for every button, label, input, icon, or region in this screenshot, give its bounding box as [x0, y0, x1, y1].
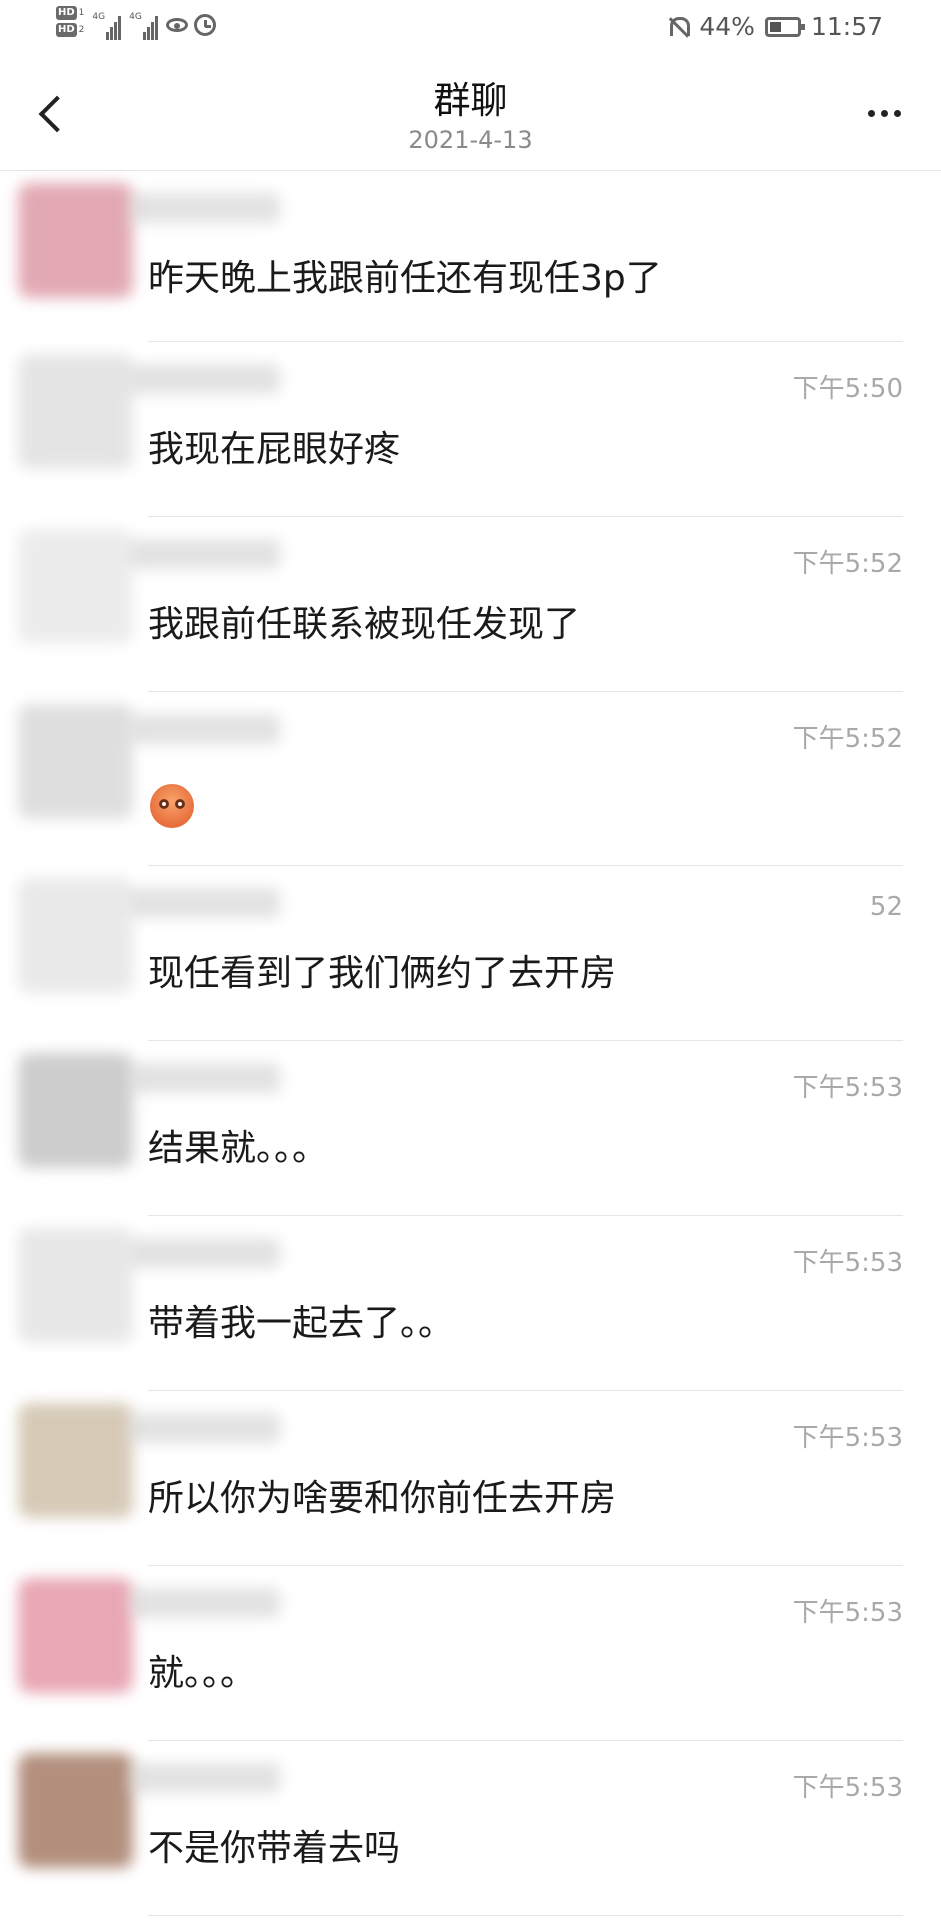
sender-name-redacted: [130, 888, 280, 918]
hd1-indicator: HD 1: [56, 6, 84, 20]
dot: [881, 110, 888, 117]
signal-bar: [154, 16, 158, 40]
message-text: 我现在屁眼好疼: [148, 429, 401, 470]
message-item[interactable]: 下午5:53 不是你带着去吗: [0, 1741, 941, 1916]
message-item[interactable]: 下午5:50 我现在屁眼好疼: [0, 342, 941, 517]
avatar[interactable]: [18, 878, 133, 993]
avatar[interactable]: [18, 1403, 133, 1518]
message-item[interactable]: 昨天晚上我跟前任还有现任3p了: [0, 171, 941, 342]
hd2-badge: HD: [56, 23, 77, 37]
clock: 11:57: [810, 12, 883, 41]
signal-bar: [146, 27, 150, 40]
avatar[interactable]: [18, 704, 133, 819]
battery-fill: [769, 21, 782, 32]
signal-bar: [106, 32, 110, 40]
sender-name-redacted: [130, 714, 280, 744]
avatar[interactable]: [18, 529, 133, 644]
message-item[interactable]: 下午5:53 所以你为啥要和你前任去开房: [0, 1391, 941, 1566]
battery-icon: [764, 16, 805, 37]
sender-name-redacted: [130, 1063, 280, 1093]
message-time: 下午5:50: [792, 374, 903, 404]
network-type-2: 4G: [129, 12, 142, 22]
mute-bell-icon: [667, 15, 691, 39]
avatar[interactable]: [18, 1578, 133, 1693]
surprised-face-emoji: [150, 784, 194, 828]
dot: [894, 110, 901, 117]
message-time: 下午5:53: [792, 1073, 903, 1103]
signal-bar: [114, 22, 118, 40]
message-time: 下午5:52: [792, 549, 903, 579]
status-left: HD 1 HD 2 4G 4G: [56, 6, 216, 40]
message-time: 下午5:52: [792, 724, 903, 754]
message-item[interactable]: 下午5:53 带着我一起去了。。: [0, 1216, 941, 1391]
message-text: 我跟前任联系被现任发现了: [148, 604, 581, 645]
message-item[interactable]: 52 现任看到了我们俩约了去开房: [0, 866, 941, 1041]
message-time: 下午5:53: [792, 1598, 903, 1628]
dot: [868, 110, 875, 117]
message-time: 下午5:53: [792, 1248, 903, 1278]
avatar[interactable]: [18, 354, 133, 469]
message-text: 昨天晚上我跟前任还有现任3p了: [148, 258, 662, 299]
eye-icon: [165, 18, 188, 32]
sender-name-redacted: [130, 539, 280, 569]
message-item[interactable]: 下午5:52: [0, 692, 941, 866]
sender-name-redacted: [130, 1588, 280, 1618]
message-time: 下午5:53: [792, 1423, 903, 1453]
divider: [148, 1915, 903, 1916]
hd2-sub: 2: [78, 25, 85, 35]
avatar[interactable]: [18, 183, 133, 298]
more-dots-icon[interactable]: [868, 110, 901, 117]
sender-name-redacted: [130, 1413, 280, 1443]
avatar[interactable]: [18, 1753, 133, 1868]
message-text: 带着我一起去了。。: [148, 1303, 455, 1344]
signal-bar: [150, 22, 154, 40]
signal-bar: [142, 32, 146, 40]
alarm-icon: [193, 14, 216, 36]
chat-date: 2021-4-13: [408, 126, 533, 154]
chat-title: 群聊: [433, 79, 508, 122]
message-time: 52: [869, 892, 903, 922]
sender-name-redacted: [130, 193, 280, 223]
network-type-1: 4G: [92, 12, 106, 22]
avatar[interactable]: [18, 1053, 133, 1168]
message-item[interactable]: 下午5:53 结果就。。。: [0, 1041, 941, 1216]
battery-percent: 44%: [699, 12, 755, 41]
message-text: 现任看到了我们俩约了去开房: [148, 953, 617, 994]
message-time: 下午5:53: [792, 1773, 903, 1803]
message-text: 所以你为啥要和你前任去开房: [148, 1478, 617, 1519]
hd1-badge: HD: [56, 6, 77, 20]
sender-name-redacted: [130, 1763, 280, 1793]
chat-header: 群聊 2021-4-13: [0, 58, 941, 171]
signal-bar: [118, 16, 122, 40]
status-bar: HD 1 HD 2 4G 4G 44% 11:57: [0, 0, 941, 58]
message-text: 就。。。: [148, 1653, 257, 1694]
avatar[interactable]: [18, 1228, 133, 1343]
message-text: 结果就。。。: [148, 1128, 329, 1169]
sender-name-redacted: [130, 1238, 280, 1268]
hd1-sub: 1: [78, 8, 85, 18]
status-icons: [165, 14, 216, 36]
signal-1-icon: 4G: [92, 6, 122, 40]
message-item[interactable]: 下午5:52 我跟前任联系被现任发现了: [0, 517, 941, 692]
hd2-indicator: HD 2: [56, 23, 84, 37]
volte-indicators: HD 1 HD 2: [56, 6, 84, 37]
message-item[interactable]: 下午5:53 就。。。: [0, 1566, 941, 1741]
signal-2-icon: 4G: [129, 6, 158, 40]
message-text: 不是你带着去吗: [148, 1828, 401, 1869]
sender-name-redacted: [130, 364, 280, 394]
status-right: 44% 11:57: [667, 12, 883, 41]
signal-bar: [110, 27, 114, 40]
